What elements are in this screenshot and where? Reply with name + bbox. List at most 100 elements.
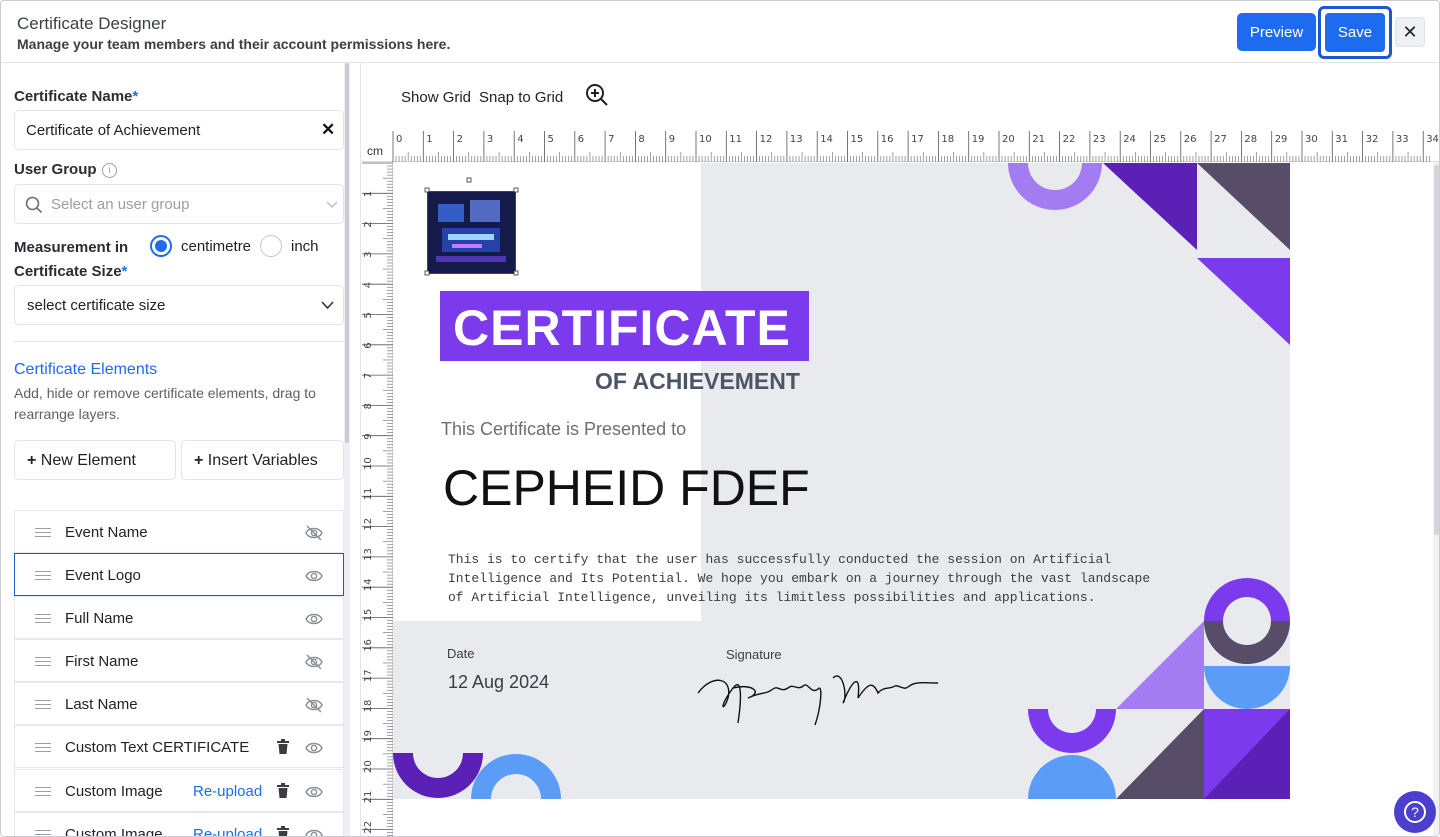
eye-icon[interactable] — [305, 783, 323, 801]
element-name: Custom Text CERTIFICATE — [65, 739, 250, 756]
svg-text:0: 0 — [396, 134, 402, 145]
date-value[interactable]: 12 Aug 2024 — [448, 672, 549, 693]
close-button[interactable]: ✕ — [1395, 17, 1425, 47]
half-disc-blue-bottom — [1028, 755, 1116, 799]
element-row[interactable]: Full Name — [14, 596, 344, 639]
element-row[interactable]: Custom Image Re-upload — [14, 812, 344, 836]
date-label[interactable]: Date — [447, 646, 474, 661]
svg-text:12: 12 — [760, 134, 773, 145]
certificate-title-box[interactable]: CERTIFICATE — [440, 291, 809, 361]
body-line: Intelligence and Its Potential. We hope … — [448, 571, 1151, 586]
help-button[interactable]: ? — [1394, 791, 1436, 833]
svg-text:8: 8 — [638, 134, 644, 145]
certificate-canvas[interactable]: CERTIFICATE OF ACHIEVEMENT This Certific… — [393, 163, 1290, 799]
certificate-size-select[interactable]: select certificate size — [14, 285, 344, 325]
eye-off-icon[interactable] — [305, 524, 323, 542]
user-group-select[interactable]: Select an user group — [14, 184, 344, 224]
delete-icon[interactable] — [276, 739, 290, 755]
inch-label: inch — [291, 238, 319, 255]
certificate-subtitle[interactable]: OF ACHIEVEMENT — [595, 368, 800, 395]
zoom-in-icon[interactable] — [585, 83, 609, 107]
eye-off-icon[interactable] — [305, 653, 323, 671]
info-icon[interactable]: i — [102, 163, 117, 178]
svg-text:8: 8 — [363, 403, 374, 409]
drag-handle-icon[interactable] — [35, 571, 51, 580]
drag-handle-icon[interactable] — [35, 830, 51, 836]
save-button[interactable]: Save — [1325, 13, 1385, 52]
svg-text:21: 21 — [1032, 134, 1045, 145]
drag-handle-icon[interactable] — [35, 614, 51, 623]
svg-text:27: 27 — [1214, 134, 1227, 145]
svg-text:25: 25 — [1154, 134, 1167, 145]
certificate-size-label: Certificate Size* — [14, 263, 127, 280]
svg-text:14: 14 — [363, 578, 374, 591]
preview-button[interactable]: Preview — [1237, 13, 1316, 51]
snap-to-grid-toggle[interactable]: Snap to Grid — [479, 89, 563, 106]
element-row[interactable]: Event Logo — [14, 553, 344, 596]
reupload-link[interactable]: Re-upload — [193, 783, 262, 800]
eye-icon[interactable] — [305, 739, 323, 757]
certificate-designer-window: Certificate Designer Manage your team me… — [0, 0, 1440, 837]
svg-text:4: 4 — [363, 282, 374, 288]
element-row[interactable]: Last Name — [14, 682, 344, 725]
insert-variables-label: Insert Variables — [207, 452, 318, 469]
insert-variables-button[interactable]: + Insert Variables — [181, 440, 344, 480]
ring-hole — [1223, 597, 1271, 645]
page-title: Certificate Designer — [17, 14, 167, 33]
element-row[interactable]: Event Name — [14, 510, 344, 553]
triangle-lavender — [1116, 621, 1204, 709]
svg-text:22: 22 — [1063, 134, 1076, 145]
svg-text:30: 30 — [1305, 134, 1318, 145]
canvas-scrollbar-thumb[interactable] — [1434, 165, 1439, 535]
reupload-link[interactable]: Re-upload — [193, 826, 262, 836]
logo-selection-handles[interactable] — [423, 177, 521, 278]
plus-icon: + — [194, 452, 204, 469]
save-button-focus-ring: Save — [1318, 6, 1392, 59]
divider — [14, 341, 344, 342]
delete-icon[interactable] — [276, 826, 290, 836]
certificate-body[interactable]: This is to certify that the user has suc… — [448, 550, 1168, 607]
new-element-button[interactable]: + New Element — [14, 440, 176, 480]
required-mark: * — [132, 88, 139, 105]
certificate-name-field[interactable]: Certificate of Achievement ✕ — [14, 110, 344, 150]
centimetre-radio[interactable] — [150, 235, 172, 257]
bottom-left-arc-dark — [393, 753, 483, 798]
panel-scrollbar-thumb[interactable] — [345, 63, 349, 443]
element-row[interactable]: First Name — [14, 639, 344, 682]
eye-icon[interactable] — [305, 826, 323, 836]
drag-handle-icon[interactable] — [35, 700, 51, 709]
drag-handle-icon[interactable] — [35, 528, 51, 537]
svg-text:1: 1 — [426, 134, 432, 145]
element-row[interactable]: Custom Text CERTIFICATE — [14, 725, 344, 768]
signature-image[interactable] — [693, 653, 948, 733]
svg-text:9: 9 — [363, 433, 374, 439]
close-icon: ✕ — [1402, 22, 1418, 42]
svg-text:18: 18 — [363, 700, 374, 713]
inch-radio[interactable] — [260, 235, 282, 257]
drag-handle-icon[interactable] — [35, 787, 51, 796]
element-name: Full Name — [65, 610, 134, 627]
element-row[interactable]: Custom Image Re-upload — [14, 769, 344, 812]
eye-icon[interactable] — [305, 610, 323, 628]
new-element-label: New Element — [40, 452, 136, 469]
plus-icon: + — [27, 452, 37, 469]
svg-text:15: 15 — [363, 609, 374, 622]
svg-text:17: 17 — [363, 669, 374, 682]
eye-icon[interactable] — [305, 567, 323, 585]
drag-handle-icon[interactable] — [35, 657, 51, 666]
top-arc-shape — [1008, 163, 1102, 210]
recipient-name[interactable]: CEPHEID FDEF — [443, 459, 810, 517]
svg-text:10: 10 — [699, 134, 712, 145]
svg-text:9: 9 — [669, 134, 675, 145]
svg-text:19: 19 — [972, 134, 985, 145]
element-name: Last Name — [65, 696, 138, 713]
user-group-placeholder: Select an user group — [51, 196, 190, 213]
delete-icon[interactable] — [276, 783, 290, 799]
presented-to-text[interactable]: This Certificate is Presented to — [441, 419, 686, 440]
certificate-name-value: Certificate of Achievement — [26, 122, 201, 139]
element-name: Event Logo — [65, 567, 141, 584]
clear-icon[interactable]: ✕ — [321, 120, 335, 140]
drag-handle-icon[interactable] — [35, 743, 51, 752]
show-grid-toggle[interactable]: Show Grid — [401, 89, 471, 106]
eye-off-icon[interactable] — [305, 696, 323, 714]
